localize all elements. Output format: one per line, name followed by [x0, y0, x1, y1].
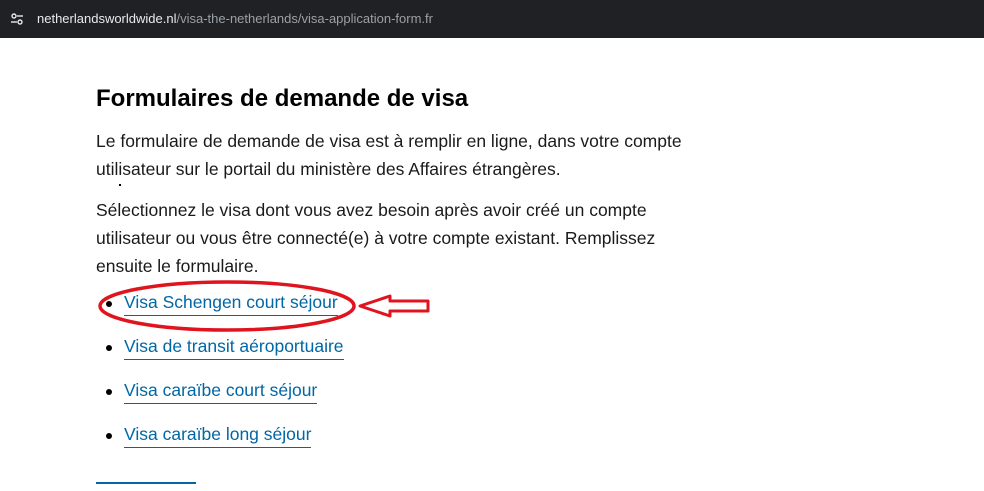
link-visa-transit-aeroportuaire[interactable]: Visa de transit aéroportuaire: [124, 333, 344, 360]
stray-dot: [119, 184, 121, 186]
bottom-link-underline: [96, 482, 196, 484]
link-visa-caraibe-court-sejour[interactable]: Visa caraïbe court séjour: [124, 377, 318, 404]
main-content: Formulaires de demande de visa Le formul…: [96, 82, 716, 484]
browser-address-bar[interactable]: netherlandsworldwide.nl/visa-the-netherl…: [0, 0, 984, 38]
url-text[interactable]: netherlandsworldwide.nl/visa-the-netherl…: [37, 11, 433, 26]
instruction-paragraph: Sélectionnez le visa dont vous avez beso…: [96, 200, 656, 276]
page-title: Formulaires de demande de visa: [96, 85, 469, 112]
arrow-icon: [358, 294, 430, 318]
url-domain: netherlandsworldwide.nl: [37, 11, 177, 26]
link-visa-schengen-court-sejour[interactable]: Visa Schengen court séjour: [124, 289, 338, 316]
intro-paragraph: Le formulaire de demande de visa est à r…: [96, 131, 682, 179]
url-path: /visa-the-netherlands/visa-application-f…: [176, 11, 433, 26]
link-visa-caraibe-long-sejour[interactable]: Visa caraïbe long séjour: [124, 421, 312, 448]
tune-icon[interactable]: [6, 8, 28, 30]
